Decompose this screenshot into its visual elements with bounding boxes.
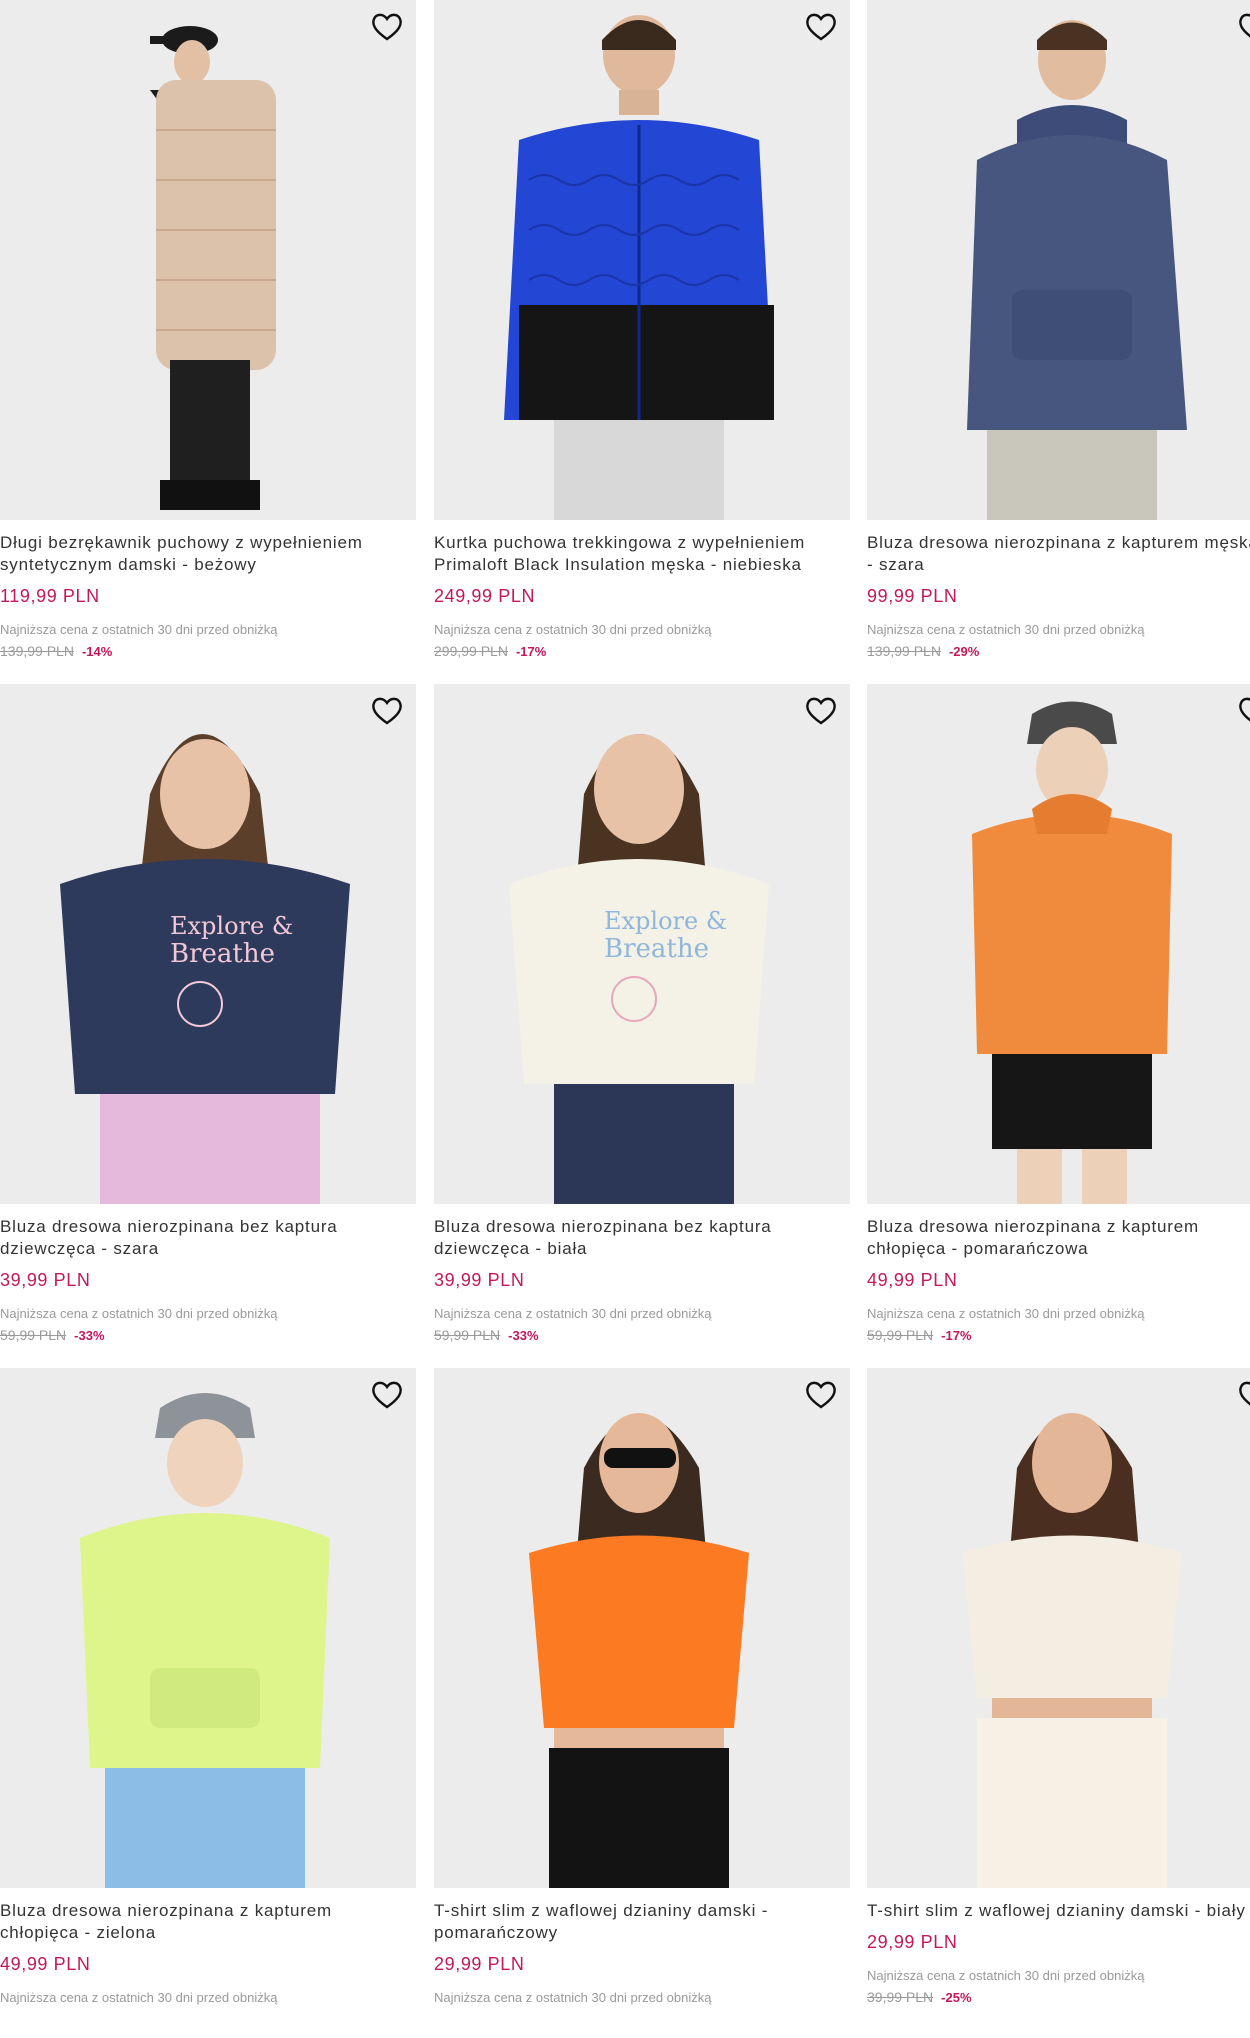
previous-price: 139,99 PLN -29% bbox=[867, 643, 979, 659]
product-price: 119,99 PLN bbox=[0, 586, 100, 606]
discount-badge: -17% bbox=[515, 644, 547, 659]
old-price: 139,99 PLN bbox=[867, 643, 941, 659]
product-title[interactable]: Kurtka puchowa trekkingowa z wypełnienie… bbox=[434, 532, 850, 576]
previous-price: 139,99 PLN -14% bbox=[0, 643, 112, 659]
product-title-line: syntetycznym damski - beżowy bbox=[0, 555, 257, 574]
product-title[interactable]: T-shirt slim z waflowej dzianiny damski … bbox=[867, 1900, 1250, 1922]
product-title[interactable]: Długi bezrękawnik puchowy z wypełnieniem… bbox=[0, 532, 416, 576]
previous-price: 299,99 PLN -17% bbox=[434, 643, 546, 659]
product-card[interactable]: Explore & Breathe Bluza dresowa nierozpi… bbox=[434, 684, 850, 1354]
product-title[interactable]: T-shirt slim z waflowej dzianiny damski … bbox=[434, 1900, 850, 1944]
lowest-price-note: Najniższa cena z ostatnich 30 dni przed … bbox=[867, 622, 1145, 637]
favorite-heart-icon[interactable] bbox=[1237, 1380, 1250, 1410]
product-title-line: chłopięca - pomarańczowa bbox=[867, 1239, 1089, 1258]
product-photo[interactable] bbox=[0, 0, 416, 520]
product-title[interactable]: Bluza dresowa nierozpinana z kapturem mę… bbox=[867, 532, 1250, 576]
product-title-line: dziewczęca - biała bbox=[434, 1239, 588, 1258]
product-title-line: - szara bbox=[867, 555, 925, 574]
product-card[interactable]: Bluza dresowa nierozpinana z kapturem ch… bbox=[0, 1368, 416, 2038]
product-title-line: pomarańczowy bbox=[434, 1923, 558, 1942]
old-price: 59,99 PLN bbox=[867, 1327, 934, 1343]
discount-badge: -14% bbox=[81, 644, 113, 659]
favorite-heart-icon[interactable] bbox=[804, 696, 838, 726]
discount-badge: -17% bbox=[941, 1328, 972, 1343]
favorite-heart-icon[interactable] bbox=[370, 696, 404, 726]
product-title-line: Bluza dresowa nierozpinana z kapturem bbox=[867, 1217, 1199, 1236]
lowest-price-note: Najniższa cena z ostatnich 30 dni przed … bbox=[434, 622, 712, 637]
favorite-heart-icon[interactable] bbox=[370, 1380, 404, 1410]
product-grid: Długi bezrękawnik puchowy z wypełnieniem… bbox=[0, 0, 1250, 2014]
print-text: Explore & bbox=[170, 912, 293, 940]
product-title-line: Bluza dresowa nierozpinana z kapturem bbox=[0, 1901, 332, 1920]
product-photo[interactable] bbox=[867, 1368, 1250, 1888]
print-text: Explore & bbox=[604, 907, 727, 935]
lowest-price-note: Najniższa cena z ostatnich 30 dni przed … bbox=[867, 1968, 1145, 1983]
product-price: 99,99 PLN bbox=[867, 586, 958, 606]
product-title-line: Długi bezrękawnik puchowy z wypełnieniem bbox=[0, 533, 363, 552]
old-price: 299,99 PLN bbox=[434, 643, 508, 659]
product-card[interactable]: Explore & Breathe Bluza dresowa nierozpi… bbox=[0, 684, 416, 1354]
lowest-price-note: Najniższa cena z ostatnich 30 dni przed … bbox=[434, 1306, 712, 1321]
old-price: 139,99 PLN bbox=[0, 643, 74, 659]
discount-badge: -33% bbox=[74, 1328, 105, 1343]
product-price: 49,99 PLN bbox=[867, 1270, 958, 1290]
product-title-line: T-shirt slim z waflowej dzianiny damski … bbox=[434, 1901, 769, 1920]
product-price: 29,99 PLN bbox=[867, 1932, 958, 1952]
product-title-line: T-shirt slim z waflowej dzianiny damski … bbox=[867, 1901, 1246, 1920]
old-price: 59,99 PLN bbox=[0, 1327, 67, 1343]
product-price: 49,99 PLN bbox=[0, 1954, 91, 1974]
previous-price: 39,99 PLN -25% bbox=[867, 1989, 972, 2005]
product-title-line: Kurtka puchowa trekkingowa z wypełnienie… bbox=[434, 533, 806, 552]
favorite-heart-icon[interactable] bbox=[370, 12, 404, 42]
product-card[interactable]: Bluza dresowa nierozpinana z kapturem ch… bbox=[867, 684, 1250, 1354]
discount-badge: -29% bbox=[948, 644, 980, 659]
product-title-line: chłopięca - zielona bbox=[0, 1923, 157, 1942]
product-card[interactable]: Bluza dresowa nierozpinana z kapturem mę… bbox=[867, 0, 1250, 670]
lowest-price-note: Najniższa cena z ostatnich 30 dni przed … bbox=[434, 1990, 712, 2005]
product-photo[interactable] bbox=[867, 0, 1250, 520]
favorite-heart-icon[interactable] bbox=[804, 12, 838, 42]
product-price: 39,99 PLN bbox=[0, 1270, 91, 1290]
lowest-price-note: Najniższa cena z ostatnich 30 dni przed … bbox=[0, 1306, 278, 1321]
product-card[interactable]: Długi bezrękawnik puchowy z wypełnieniem… bbox=[0, 0, 416, 670]
product-price: 249,99 PLN bbox=[434, 586, 536, 606]
discount-badge: -33% bbox=[508, 1328, 539, 1343]
product-photo[interactable]: Explore & Breathe bbox=[0, 684, 416, 1204]
product-title[interactable]: Bluza dresowa nierozpinana bez kaptura d… bbox=[434, 1216, 850, 1260]
favorite-heart-icon[interactable] bbox=[1237, 12, 1250, 42]
product-title-line: Primaloft Black Insulation męska - niebi… bbox=[434, 555, 802, 574]
product-photo[interactable] bbox=[434, 1368, 850, 1888]
product-title-line: Bluza dresowa nierozpinana bez kaptura bbox=[434, 1217, 772, 1236]
old-price: 59,99 PLN bbox=[434, 1327, 501, 1343]
print-text: Breathe bbox=[170, 939, 275, 969]
previous-price: 59,99 PLN -17% bbox=[867, 1327, 972, 1343]
product-title-line: dziewczęca - szara bbox=[0, 1239, 159, 1258]
lowest-price-note: Najniższa cena z ostatnich 30 dni przed … bbox=[0, 622, 278, 637]
product-photo[interactable]: Explore & Breathe bbox=[434, 684, 850, 1204]
product-card[interactable]: T-shirt slim z waflowej dzianiny damski … bbox=[867, 1368, 1250, 2038]
product-photo[interactable] bbox=[867, 684, 1250, 1204]
product-photo[interactable] bbox=[0, 1368, 416, 1888]
favorite-heart-icon[interactable] bbox=[804, 1380, 838, 1410]
product-price: 39,99 PLN bbox=[434, 1270, 525, 1290]
product-title[interactable]: Bluza dresowa nierozpinana z kapturem ch… bbox=[867, 1216, 1250, 1260]
product-card[interactable]: T-shirt slim z waflowej dzianiny damski … bbox=[434, 1368, 850, 2038]
old-price: 39,99 PLN bbox=[867, 1989, 934, 2005]
print-text: Breathe bbox=[604, 934, 709, 964]
favorite-heart-icon[interactable] bbox=[1237, 696, 1250, 726]
product-price: 29,99 PLN bbox=[434, 1954, 525, 1974]
product-title-line: Bluza dresowa nierozpinana bez kaptura bbox=[0, 1217, 338, 1236]
product-photo[interactable] bbox=[434, 0, 850, 520]
product-title[interactable]: Bluza dresowa nierozpinana z kapturem ch… bbox=[0, 1900, 416, 1944]
discount-badge: -25% bbox=[941, 1990, 972, 2005]
lowest-price-note: Najniższa cena z ostatnich 30 dni przed … bbox=[867, 1306, 1145, 1321]
previous-price: 59,99 PLN -33% bbox=[0, 1327, 105, 1343]
product-card[interactable]: Kurtka puchowa trekkingowa z wypełnienie… bbox=[434, 0, 850, 670]
lowest-price-note: Najniższa cena z ostatnich 30 dni przed … bbox=[0, 1990, 278, 2005]
product-title[interactable]: Bluza dresowa nierozpinana bez kaptura d… bbox=[0, 1216, 416, 1260]
product-title-line: Bluza dresowa nierozpinana z kapturem mę… bbox=[867, 533, 1250, 552]
previous-price: 59,99 PLN -33% bbox=[434, 1327, 539, 1343]
